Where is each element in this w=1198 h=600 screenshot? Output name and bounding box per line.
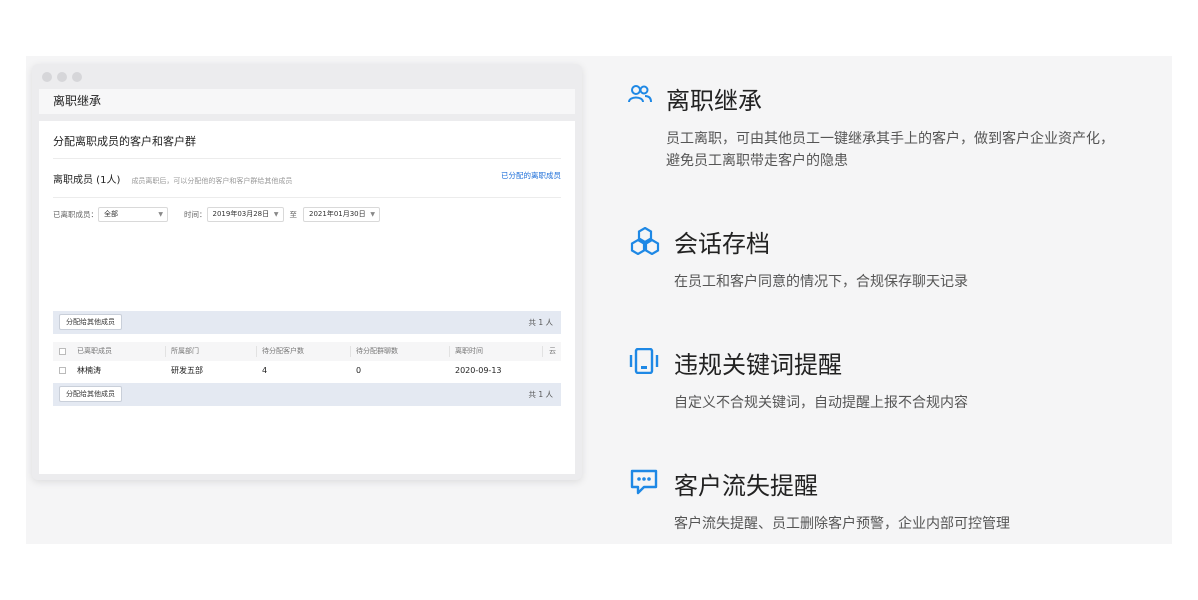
filter-row: 已离职成员： 全部 ▼ 时间： 2019年03月28日 ▼ 至 2021年01月… xyxy=(53,206,380,222)
window-title: 离职继承 xyxy=(39,89,575,114)
row-checkbox[interactable] xyxy=(59,367,66,374)
hexagon-cluster-icon xyxy=(630,227,660,255)
col-header-extra: 云 xyxy=(549,347,556,355)
cell-pending-groups: 0 xyxy=(356,366,362,375)
members-hint: 成员离职后，可以分配他的客户和客户群给其他成员 xyxy=(131,177,293,185)
to-label: 至 xyxy=(289,209,298,219)
phone-vibrate-icon xyxy=(629,348,659,374)
start-date-value: 2019年03月28日 xyxy=(212,210,270,218)
member-filter-value: 全部 xyxy=(104,210,118,218)
assigned-members-link[interactable]: 已分配的离职成员 xyxy=(501,170,561,181)
member-filter-select[interactable]: 全部 ▼ xyxy=(98,206,168,222)
member-filter-label: 已离职成员： xyxy=(53,209,98,219)
feature-title: 会话存档 xyxy=(674,230,770,258)
col-header-pending-customers: 待分配客户数 xyxy=(262,347,304,355)
divider xyxy=(53,158,561,159)
section-title: 分配离职成员的客户和客户群 xyxy=(53,135,196,148)
column-divider xyxy=(165,346,166,357)
chevron-down-icon: ▼ xyxy=(273,210,279,218)
users-icon xyxy=(628,85,652,103)
feature-desc-line-1: 员工离职，可由其他员工一键继承其手上的客户，做到客户企业资产化， xyxy=(666,131,1114,147)
chevron-down-icon: ▼ xyxy=(370,210,375,218)
end-date-select[interactable]: 2021年01月30日 ▼ xyxy=(303,206,380,222)
end-date-value: 2021年01月30日 xyxy=(309,210,366,218)
time-filter-label: 时间： xyxy=(184,209,207,219)
window-controls xyxy=(42,72,82,82)
cell-department: 研发五部 xyxy=(171,366,203,375)
col-header-department: 所属部门 xyxy=(171,347,199,355)
col-header-pending-groups: 待分配群聊数 xyxy=(356,347,398,355)
feature-desc-line-1: 客户流失提醒、员工删除客户预警，企业内部可控管理 xyxy=(674,516,1010,532)
members-label: 离职成员 (1人) xyxy=(53,175,121,186)
column-divider xyxy=(542,346,543,357)
member-count: 共 1 人 xyxy=(528,390,553,399)
window-body: 分配离职成员的客户和客户群 离职成员 (1人) 成员离职后，可以分配他的客户和客… xyxy=(39,121,575,474)
members-row: 离职成员 (1人) 成员离职后，可以分配他的客户和客户群给其他成员 已分配的离职… xyxy=(53,168,561,186)
start-date-select[interactable]: 2019年03月28日 ▼ xyxy=(206,206,284,222)
table-header: 已离职成员 所属部门 待分配客户数 待分配群聊数 离职时间 云 xyxy=(53,342,561,361)
divider xyxy=(53,197,561,198)
chevron-down-icon: ▼ xyxy=(158,210,163,218)
assign-to-others-button[interactable]: 分配给其他成员 xyxy=(59,314,122,330)
feature-desc-line-1: 在员工和客户同意的情况下，合规保存聊天记录 xyxy=(674,274,968,290)
table-action-bar-bottom: 分配给其他成员 共 1 人 xyxy=(53,383,561,406)
assign-to-others-button[interactable]: 分配给其他成员 xyxy=(59,386,122,402)
column-divider xyxy=(350,346,351,357)
feature-title: 违规关键词提醒 xyxy=(674,351,842,379)
column-divider xyxy=(256,346,257,357)
feature-title: 客户流失提醒 xyxy=(674,472,818,500)
feature-title: 离职继承 xyxy=(666,87,762,115)
select-all-checkbox[interactable] xyxy=(59,348,66,355)
feature-desc-line-1: 自定义不合规关键词，自动提醒上报不合规内容 xyxy=(674,395,968,411)
mock-window: 离职继承 分配离职成员的客户和客户群 离职成员 (1人) 成员离职后，可以分配他… xyxy=(32,64,582,480)
chat-alert-icon xyxy=(630,469,658,495)
table-row[interactable]: 林楠涛 研发五部 4 0 2020-09-13 xyxy=(53,361,561,380)
member-count: 共 1 人 xyxy=(528,318,553,327)
feature-desc-line-2: 避免员工离职带走客户的隐患 xyxy=(666,153,848,169)
table-action-bar: 分配给其他成员 共 1 人 xyxy=(53,311,561,334)
cell-pending-customers: 4 xyxy=(262,366,268,375)
column-divider xyxy=(449,346,450,357)
col-header-member: 已离职成员 xyxy=(77,347,112,355)
window-dot-icon xyxy=(57,72,67,82)
cell-leave-date: 2020-09-13 xyxy=(455,366,502,375)
window-dot-icon xyxy=(72,72,82,82)
col-header-leave-date: 离职时间 xyxy=(455,347,483,355)
window-dot-icon xyxy=(42,72,52,82)
cell-member: 林楠涛 xyxy=(77,366,101,375)
